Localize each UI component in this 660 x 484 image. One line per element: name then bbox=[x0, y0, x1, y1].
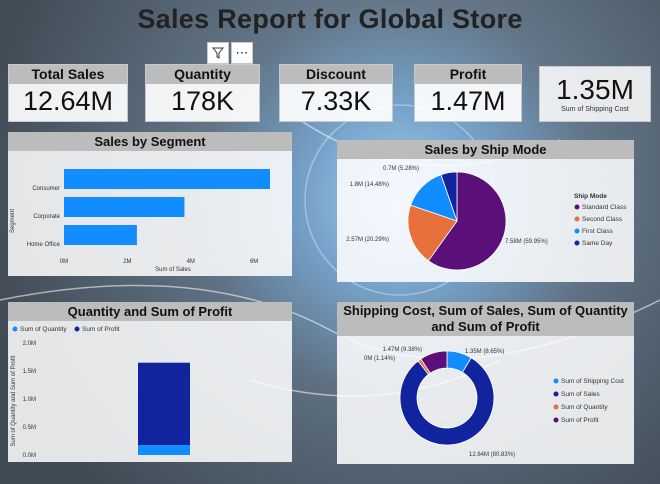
legend-marker bbox=[553, 391, 559, 397]
category-label: Corporate bbox=[33, 214, 60, 220]
kpi-discount: Discount 7.33K bbox=[279, 64, 393, 122]
slice-label: 7.58M (59.95%) bbox=[505, 239, 548, 245]
kpi-profit: Profit 1.47M bbox=[414, 64, 522, 122]
segment-bar-chart: Segment Consumer Corporate Home Office 0M 2M 4… bbox=[10, 169, 270, 273]
legend-marker bbox=[12, 326, 18, 332]
x-tick-label: 0M bbox=[60, 259, 68, 265]
legend-marker bbox=[553, 417, 559, 423]
kpi-value: 7.33K bbox=[300, 86, 372, 116]
legend-marker bbox=[574, 204, 580, 210]
x-tick-label: 6M bbox=[250, 259, 258, 265]
kpi-label: Total Sales bbox=[9, 65, 127, 84]
bar bbox=[64, 225, 137, 245]
category-label: Consumer bbox=[32, 186, 60, 192]
panel-quantity-profit: Quantity and Sum of Profit Sum of Quanti… bbox=[8, 302, 292, 462]
legend-label: Second Class bbox=[582, 216, 623, 223]
slice-label: 0.7M (5.28%) bbox=[383, 166, 419, 172]
x-tick-label: 4M bbox=[187, 259, 195, 265]
chart-title: Shipping Cost, Sum of Sales, Sum of Quan… bbox=[337, 302, 634, 336]
quantity-profit-bar-chart: Sum of Quantity Sum of Profit 0.0M 0.5M 1.0M… bbox=[11, 326, 190, 459]
legend-marker bbox=[574, 216, 580, 222]
legend-label: Sum of Quantity bbox=[20, 326, 67, 333]
y-tick-label: 1.0M bbox=[23, 397, 36, 403]
kpi-value: 1.47M bbox=[430, 86, 506, 116]
panel-sales-by-segment: Sales by Segment Segment Consumer Corporat… bbox=[8, 132, 292, 276]
summary-donut-chart: 1.35M (8.65%) 12.64M (80.83%) 0M (1.14%) 1.… bbox=[364, 347, 624, 458]
slice-label: 2.57M (20.29%) bbox=[346, 237, 389, 243]
stacked-bar-segment bbox=[138, 362, 190, 446]
y-tick-label: 0.5M bbox=[23, 425, 36, 431]
kpi-total-sales: Total Sales 12.64M bbox=[8, 64, 128, 122]
legend-marker bbox=[553, 404, 559, 410]
slice-label: 12.64M (80.83%) bbox=[469, 452, 515, 458]
slice-label: 1.8M (14.48%) bbox=[350, 182, 389, 188]
bar bbox=[64, 169, 270, 189]
filter-icon[interactable] bbox=[207, 42, 229, 64]
stacked-bar-segment bbox=[138, 445, 190, 455]
report-title: Sales Report for Global Store bbox=[137, 4, 523, 34]
legend-marker bbox=[553, 378, 559, 384]
bar bbox=[64, 197, 185, 217]
kpi-shipping-cost: 1.35M Sum of Shipping Cost bbox=[539, 66, 651, 122]
legend-label: Sum of Sales bbox=[561, 391, 600, 398]
legend-label: First Class bbox=[582, 228, 613, 235]
ship-mode-pie-chart: 7.58M (59.95%) 2.57M (20.29%) 1.8M (14.48%… bbox=[346, 166, 627, 271]
visual-toolbar: ⋯ bbox=[207, 42, 253, 64]
x-axis-label: Sum of Sales bbox=[155, 267, 191, 273]
legend-label: Sum of Quantity bbox=[561, 404, 608, 411]
y-axis-label: Sum of Quantity and Sum of Profit bbox=[11, 355, 17, 446]
legend-marker bbox=[74, 326, 80, 332]
legend-label: Sum of Shipping Cost bbox=[561, 378, 624, 385]
kpi-value: 178K bbox=[170, 86, 235, 116]
legend-label: Sum of Profit bbox=[561, 417, 599, 424]
x-tick-label: 2M bbox=[123, 259, 131, 265]
kpi-label: Discount bbox=[280, 65, 392, 84]
more-options-icon[interactable]: ⋯ bbox=[231, 42, 253, 64]
legend-label: Same Day bbox=[582, 240, 613, 247]
y-tick-label: 2.0M bbox=[23, 341, 36, 347]
panel-sales-by-ship-mode: Sales by Ship Mode 7.58M (59.95%) 2.57M (… bbox=[337, 140, 634, 282]
y-tick-label: 1.5M bbox=[23, 369, 36, 375]
slice-label: 0M (1.14%) bbox=[364, 356, 395, 362]
donut-slice bbox=[399, 357, 495, 446]
legend-label: Standard Class bbox=[582, 204, 627, 211]
slice-label: 1.47M (9.38%) bbox=[383, 347, 422, 353]
y-tick-label: 0.0M bbox=[23, 453, 36, 459]
chart-title: Sales by Segment bbox=[8, 132, 292, 151]
legend-label: Sum of Profit bbox=[82, 326, 120, 333]
chart-title: Sales by Ship Mode bbox=[337, 140, 634, 159]
chart-title: Quantity and Sum of Profit bbox=[8, 302, 292, 321]
kpi-value: 12.64M bbox=[22, 86, 114, 116]
slice-label: 1.35M (8.65%) bbox=[465, 349, 504, 355]
kpi-label: Profit bbox=[415, 65, 521, 84]
panel-shipping-sales-quantity-profit: Shipping Cost, Sum of Sales, Sum of Quan… bbox=[337, 302, 634, 464]
legend-title: Ship Mode bbox=[574, 193, 607, 200]
kpi-value: 1.35M bbox=[556, 74, 634, 105]
legend-marker bbox=[574, 228, 580, 234]
legend-marker bbox=[574, 240, 580, 246]
kpi-quantity: Quantity 178K bbox=[145, 64, 260, 122]
kpi-label: Quantity bbox=[146, 65, 259, 84]
y-axis-label: Segment bbox=[10, 209, 16, 233]
category-label: Home Office bbox=[27, 242, 61, 248]
